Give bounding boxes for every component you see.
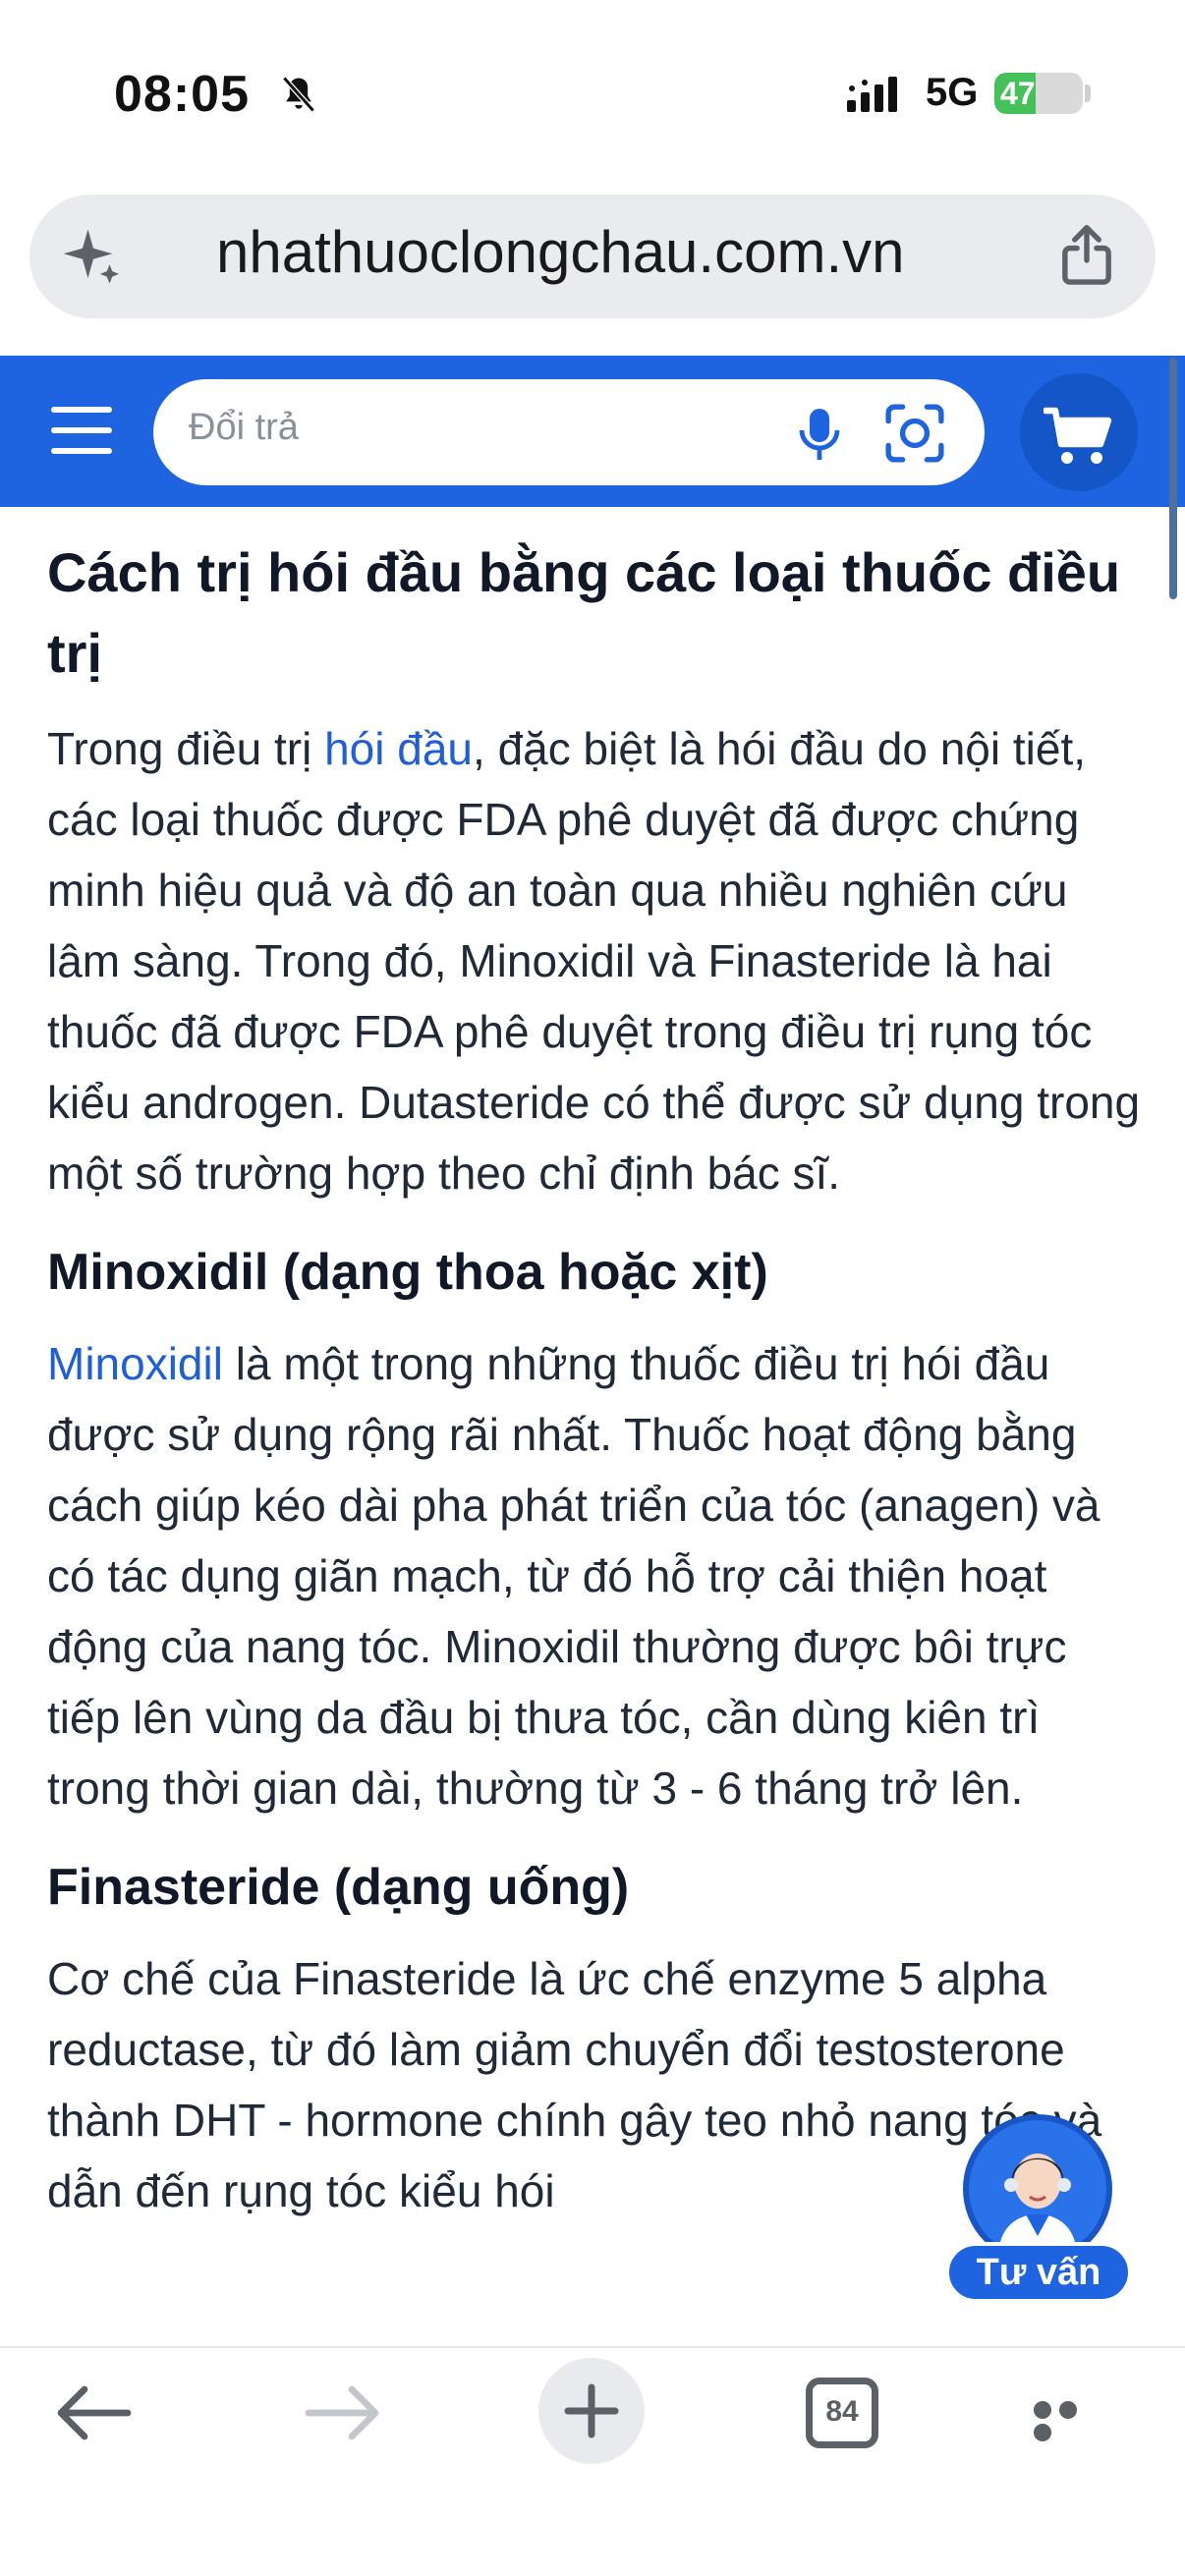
page-scrollbar[interactable] [1169, 358, 1177, 599]
url-text[interactable]: nhathuoclongchau.com.vn [216, 218, 973, 286]
status-time: 08:05 [114, 66, 250, 123]
baldness-link[interactable]: hói đầu [324, 723, 473, 774]
intro-text-rest: , đặc biệt là hói đầu do nội tiết, các l… [47, 723, 1141, 1199]
minoxidil-link[interactable]: Minoxidil [47, 1338, 223, 1389]
forward-icon[interactable] [305, 2385, 379, 2440]
minoxidil-heading: Minoxidil (dạng thoa hoặc xịt) [47, 1244, 768, 1301]
consult-button[interactable]: Tư vấn [945, 2242, 1132, 2303]
menu-icon[interactable] [51, 407, 112, 454]
search-placeholder[interactable]: Đổi trả [189, 407, 299, 449]
scan-icon[interactable] [884, 403, 945, 464]
battery-percent: 47 [1000, 76, 1036, 111]
tab-count[interactable]: 84 [806, 2395, 878, 2429]
intro-text-start: Trong điều trị [47, 723, 325, 774]
new-tab-button[interactable] [538, 2358, 645, 2464]
article-content: Cách trị hói đầu bằng các loại thuốc điề… [47, 511, 1148, 2226]
battery-cap [1085, 84, 1091, 102]
minoxidil-text: là một trong những thuốc điều trị hói đầ… [47, 1338, 1100, 1814]
cart-icon[interactable] [1044, 405, 1114, 468]
article-heading: Cách trị hói đầu bằng các loại thuốc điề… [47, 541, 1121, 684]
plus-icon [564, 2383, 619, 2438]
share-icon[interactable] [1057, 224, 1116, 287]
back-icon[interactable] [57, 2385, 132, 2440]
battery-icon: 47 [994, 73, 1083, 114]
bell-off-icon [282, 76, 315, 113]
finasteride-heading: Finasteride (dạng uống) [47, 1859, 630, 1916]
microphone-icon[interactable] [798, 407, 841, 462]
network-type: 5G [926, 71, 979, 114]
minoxidil-paragraph: Minoxidil là một trong những thuốc điều … [47, 1328, 1148, 1823]
intro-paragraph: Trong điều trị hói đầu, đặc biệt là hói … [47, 713, 1148, 1208]
signal-icon [847, 77, 897, 112]
sparkle-icon[interactable] [61, 224, 126, 289]
pharmacist-avatar-icon [969, 2120, 1106, 2258]
more-icon[interactable] [1034, 2401, 1106, 2441]
